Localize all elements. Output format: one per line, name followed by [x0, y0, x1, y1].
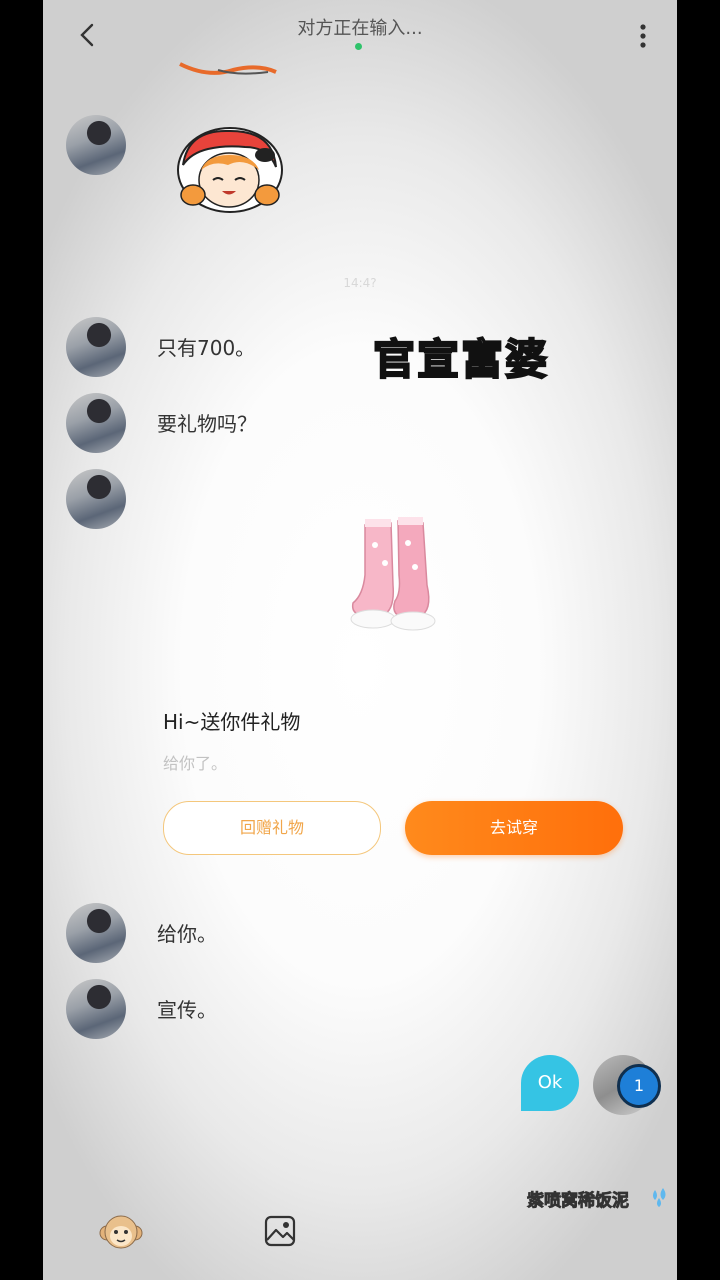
message-text: 宣传。 [157, 998, 217, 1022]
image-icon[interactable] [263, 1214, 297, 1248]
gift-card-subtitle: 给你了。 [163, 754, 228, 773]
gift-leg-warmers-image [350, 517, 436, 631]
message-timestamp: 14:4? [343, 276, 377, 290]
typing-status-title: 对方正在输入... [297, 18, 423, 39]
top-bar: 对方正在输入... [43, 0, 677, 60]
contact-avatar[interactable] [66, 317, 126, 377]
contact-avatar[interactable] [66, 469, 126, 529]
video-caption-overlay: 官宣富婆 [372, 334, 550, 385]
contact-avatar[interactable] [66, 903, 126, 963]
cartoon-girl-sticker [177, 127, 283, 213]
message-text: 给你。 [157, 922, 217, 946]
monkey-emoji-icon[interactable] [99, 1211, 143, 1253]
left-letterbox [0, 0, 43, 1280]
return-gift-button[interactable]: 回赠礼物 [163, 801, 381, 855]
chat-screen: 对方正在输入... 14:4? 只有700。 官宣富婆 要礼物吗？ Hi~送你件… [43, 0, 677, 1280]
message-text: 只有700。 [157, 336, 256, 360]
ok-reply-bubble[interactable]: Ok [521, 1055, 579, 1111]
contact-avatar[interactable] [66, 979, 126, 1039]
message-text: 要礼物吗？ [157, 412, 257, 436]
try-on-button[interactable]: 去试穿 [405, 801, 623, 855]
contact-avatar[interactable] [66, 115, 126, 175]
sticker-partial [179, 62, 277, 75]
right-letterbox [677, 0, 720, 1280]
more-vertical-icon[interactable] [631, 20, 655, 52]
unread-count-badge: 1 [617, 1064, 661, 1108]
online-status-dot [355, 43, 362, 50]
contact-avatar[interactable] [66, 393, 126, 453]
gift-card-title: Hi~送你件礼物 [163, 710, 301, 734]
